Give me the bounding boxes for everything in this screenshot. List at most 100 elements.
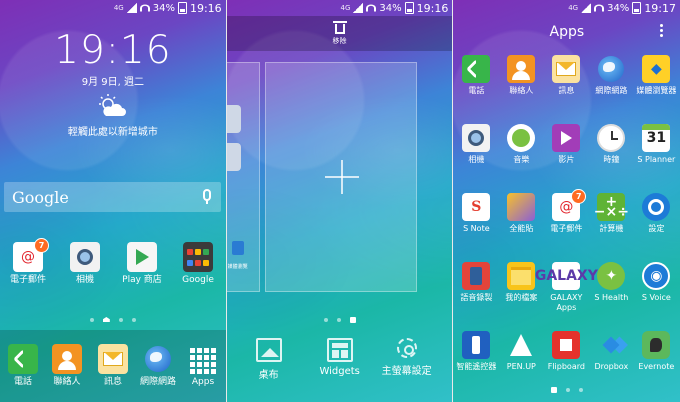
dock-app-apps[interactable]: Apps (176, 344, 226, 387)
evernote-icon (642, 331, 671, 359)
page-dot[interactable] (323, 318, 328, 322)
status-time: 19:17 (644, 1, 677, 15)
scrapbook-icon (507, 193, 536, 221)
app-label: 電話 (468, 86, 485, 95)
calendar-icon: 31 (642, 124, 671, 152)
internet-icon (597, 55, 625, 83)
partly-cloudy-icon[interactable] (96, 92, 128, 120)
app-contacts[interactable]: 聯絡人 (498, 55, 544, 96)
app-calculator[interactable]: +−×÷ 計算機 (588, 193, 634, 234)
calculator-icon: +−×÷ (593, 193, 629, 221)
status-bar: 4G 34% 19:16 (0, 0, 226, 16)
weather-add-city-hint[interactable]: 輕觸此處以新增城市 (0, 123, 226, 138)
page-dot-current[interactable] (349, 317, 356, 323)
add-page-plus-icon[interactable] (324, 160, 359, 194)
apps-grid-icon (188, 344, 218, 374)
home-edit-screen: 4G 34% 19:16 移除 媒體瀏覽 桌布 Widgets 主螢幕設定 (226, 0, 454, 402)
widgets-option[interactable]: Widgets (310, 338, 370, 377)
home-app-play-store[interactable]: Play 商店 (115, 242, 169, 285)
apps-screen: 4G 34% 19:17 Apps 電話 聯絡人 訊息 網際網路 ◆ 媒體瀏覽器 … (453, 0, 680, 402)
page-indicator[interactable] (0, 317, 226, 322)
app-flipboard[interactable]: Flipboard (543, 331, 589, 372)
clock-widget[interactable]: 19:16 (0, 28, 226, 73)
music-icon (507, 124, 536, 152)
app-s-voice[interactable]: ◉ S Voice (633, 262, 679, 303)
page-dot-current[interactable] (550, 387, 557, 393)
page-dot[interactable] (118, 317, 123, 322)
app-dropbox[interactable]: Dropbox (588, 331, 634, 372)
page-dot[interactable] (565, 388, 570, 392)
home-settings-option[interactable]: 主螢幕設定 (377, 338, 437, 377)
signal-icon (353, 3, 364, 13)
app-label: 聯絡人 (53, 377, 81, 387)
page-indicator[interactable] (453, 387, 680, 393)
clock-icon (597, 124, 626, 152)
app-s-note[interactable]: S S Note (453, 193, 499, 234)
home-page-thumbnail[interactable]: 媒體瀏覽 (226, 62, 260, 292)
email-icon: @7 (552, 189, 587, 221)
app-penup[interactable]: PEN.UP (498, 331, 544, 372)
app-label: 相機 (75, 275, 94, 285)
app-label: 網際網路 (595, 86, 628, 95)
app-phone[interactable]: 電話 (453, 55, 499, 96)
media-browser-icon: ◆ (642, 55, 671, 83)
settings-icon (642, 193, 671, 221)
network-type: 4G (113, 4, 124, 12)
page-dot[interactable] (578, 388, 583, 392)
notification-badge: 7 (571, 189, 587, 204)
s-health-icon: ✦ (597, 262, 626, 290)
home-page-indicator-icon[interactable] (102, 317, 110, 322)
voice-recorder-icon (462, 262, 491, 290)
app-smart-remote[interactable]: 智能遙控器 (453, 331, 499, 372)
add-page-thumbnail[interactable] (264, 62, 417, 292)
home-folder-google[interactable]: Google (171, 242, 225, 285)
status-bar: 4G 34% 19:17 (453, 0, 680, 16)
screenshot-collage: 4G 34% 19:16 19:16 9月 9日, 週二 輕觸此處以新增城市 G… (0, 0, 680, 402)
signal-icon (581, 3, 592, 13)
remove-label: 移除 (332, 37, 347, 45)
option-label: 桌布 (258, 370, 279, 381)
messages-icon (552, 55, 581, 83)
overflow-menu-icon[interactable] (660, 24, 664, 38)
camera-icon (226, 105, 241, 133)
mic-icon[interactable] (203, 189, 211, 204)
app-clock[interactable]: 時鐘 (588, 124, 634, 165)
battery-icon (632, 2, 642, 14)
page-indicator[interactable] (227, 317, 453, 323)
page-dot[interactable] (131, 317, 136, 322)
app-label: S Health (594, 293, 629, 302)
app-label: 媒體瀏覽器 (636, 86, 677, 95)
app-voice-recorder[interactable]: 語音錄製 (453, 262, 499, 303)
app-s-health[interactable]: ✦ S Health (588, 262, 634, 303)
home-settings-icon (396, 338, 417, 358)
app-internet[interactable]: 網際網路 (588, 55, 634, 96)
app-music[interactable]: 音樂 (498, 124, 544, 165)
home-app-email[interactable]: @7 電子郵件 (1, 238, 55, 285)
page-dot[interactable] (336, 318, 341, 322)
app-label: 全能貼 (509, 224, 534, 233)
dropbox-icon (597, 331, 625, 359)
remove-drop-zone[interactable]: 移除 (226, 16, 453, 51)
wifi-icon (366, 4, 377, 12)
google-search-bar[interactable]: Google (4, 182, 221, 212)
app-media-browser[interactable]: ◆ 媒體瀏覽器 (633, 55, 679, 96)
app-evernote[interactable]: Evernote (633, 331, 679, 372)
wallpaper-option[interactable]: 桌布 (239, 338, 299, 381)
home-app-camera[interactable]: 相機 (58, 242, 112, 285)
app-messages[interactable]: 訊息 (543, 55, 589, 96)
app-label: S Voice (641, 293, 671, 302)
app-settings[interactable]: 設定 (633, 193, 679, 234)
option-label: 主螢幕設定 (381, 366, 432, 377)
page-dot[interactable] (89, 317, 94, 322)
app-galaxy-apps[interactable]: GALAXY GALAXY Apps (535, 262, 598, 313)
app-scrapbook[interactable]: 全能貼 (498, 193, 544, 234)
app-email[interactable]: @7 電子郵件 (543, 189, 589, 234)
app-camera[interactable]: 相機 (453, 124, 499, 165)
app-video[interactable]: 影片 (543, 124, 589, 165)
notification-badge: 7 (34, 238, 49, 253)
network-type: 4G (340, 4, 351, 12)
wifi-icon (594, 4, 605, 12)
app-s-planner[interactable]: 31 S Planner (633, 124, 679, 165)
app-label: 時鐘 (603, 155, 620, 164)
battery-icon (404, 2, 414, 14)
